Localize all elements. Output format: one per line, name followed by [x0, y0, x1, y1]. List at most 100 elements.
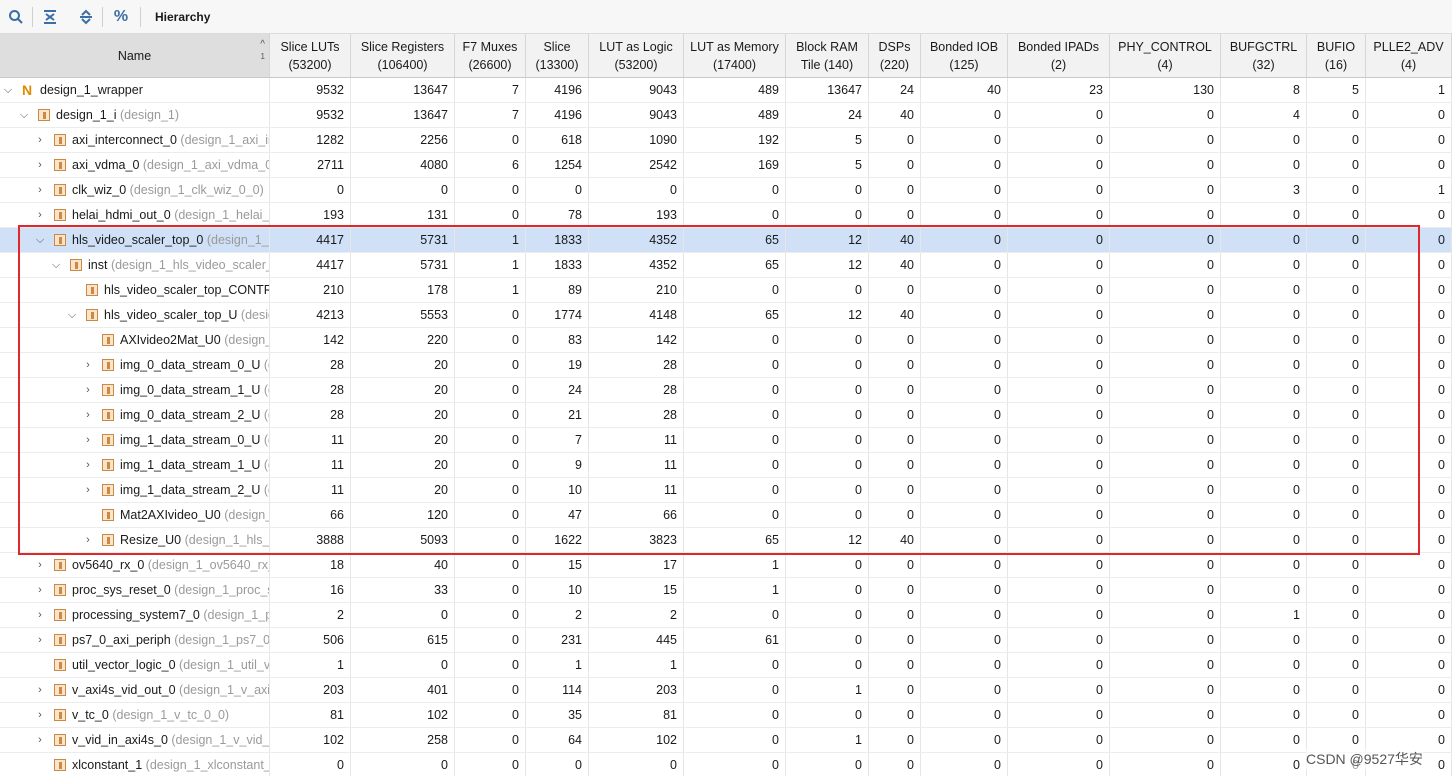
chevron-right-icon[interactable]: ›	[34, 578, 46, 602]
chevron-right-icon[interactable]: ›	[82, 478, 94, 502]
chevron-down-icon[interactable]: ⌵	[66, 303, 78, 327]
column-header[interactable]: BUFIO (16)	[1307, 34, 1366, 77]
column-header[interactable]: F7 Muxes (26600)	[455, 34, 526, 77]
chevron-right-icon[interactable]: ›	[34, 178, 46, 202]
collapse-all-icon[interactable]	[39, 6, 61, 28]
name-cell[interactable]: ⌵ Ndesign_1_wrapper	[0, 78, 270, 102]
name-cell[interactable]: › img_0_data_stream_1_U (design_1_fifo_w8…	[0, 378, 270, 402]
chevron-right-icon[interactable]: ›	[82, 378, 94, 402]
name-cell[interactable]: › img_1_data_stream_1_U (design_1_fifo_w8…	[0, 453, 270, 477]
table-row[interactable]: › img_1_data_stream_0_U (design_1_fifo_w8…	[0, 428, 1452, 453]
name-cell[interactable]: › proc_sys_reset_0 (design_1_proc_sys_res…	[0, 578, 270, 602]
table-row[interactable]: › axi_vdma_0 (design_1_axi_vdma_0_0)27114…	[0, 153, 1452, 178]
table-row[interactable]: ⌵ hls_video_scaler_top_U (design_1_hls_vi…	[0, 303, 1452, 328]
chevron-down-icon[interactable]: ⌵	[2, 78, 14, 102]
table-row[interactable]: › axi_interconnect_0 (design_1_axi_interc…	[0, 128, 1452, 153]
table-row[interactable]: › proc_sys_reset_0 (design_1_proc_sys_res…	[0, 578, 1452, 603]
chevron-right-icon[interactable]: ›	[82, 353, 94, 377]
column-header[interactable]: PHY_CONTROL (4)	[1110, 34, 1221, 77]
search-icon[interactable]	[5, 6, 27, 28]
table-row[interactable]: ⌵ inst (design_1_hls_video_scaler_top_0_0…	[0, 253, 1452, 278]
name-cell[interactable]: › v_axi4s_vid_out_0 (design_1_v_axi4s_vid…	[0, 678, 270, 702]
name-cell[interactable]: ⌵ hls_video_scaler_top_U (design_1_hls_vi…	[0, 303, 270, 327]
expand-all-icon[interactable]	[75, 6, 97, 28]
chevron-right-icon[interactable]: ›	[34, 553, 46, 577]
table-row[interactable]: › processing_system7_0 (design_1_processi…	[0, 603, 1452, 628]
name-cell[interactable]: › img_1_data_stream_2_U (design_1_fifo_w8…	[0, 478, 270, 502]
chevron-down-icon[interactable]: ⌵	[50, 253, 62, 277]
name-cell[interactable]: › v_vid_in_axi4s_0 (design_1_v_vid_in_axi…	[0, 728, 270, 752]
table-row[interactable]: › ps7_0_axi_periph (design_1_ps7_0_axi_pe…	[0, 628, 1452, 653]
name-cell[interactable]: Mat2AXIvideo_U0 (design_1_hls_video_scal…	[0, 503, 270, 527]
table-row[interactable]: › img_1_data_stream_1_U (design_1_fifo_w8…	[0, 453, 1452, 478]
name-cell[interactable]: › img_1_data_stream_0_U (design_1_fifo_w8…	[0, 428, 270, 452]
table-row[interactable]: ⌵ Ndesign_1_wrapper 9532 13647 7 4196 9043 489 1…	[0, 78, 1452, 103]
name-cell[interactable]: › v_tc_0 (design_1_v_tc_0_0)	[0, 703, 270, 727]
table-row[interactable]: › clk_wiz_0 (design_1_clk_wiz_0_0) 0 0 0 0 0 0 0…	[0, 178, 1452, 203]
chevron-right-icon[interactable]: ›	[34, 628, 46, 652]
table-row[interactable]: AXIvideo2Mat_U0 (design_1_hls_video_scal…	[0, 328, 1452, 353]
chevron-down-icon[interactable]: ⌵	[34, 228, 46, 252]
table-row[interactable]: Mat2AXIvideo_U0 (design_1_hls_video_scal…	[0, 503, 1452, 528]
name-cell[interactable]: util_vector_logic_0 (design_1_util_vecto…	[0, 653, 270, 677]
table-row[interactable]: › img_0_data_stream_1_U (design_1_fifo_w8…	[0, 378, 1452, 403]
table-row[interactable]: util_vector_logic_0 (design_1_util_vecto…	[0, 653, 1452, 678]
name-cell[interactable]: ⌵ hls_video_scaler_top_0 (design_1_hls_vi…	[0, 228, 270, 252]
chevron-right-icon[interactable]: ›	[34, 603, 46, 627]
name-cell[interactable]: › ps7_0_axi_periph (design_1_ps7_0_axi_pe…	[0, 628, 270, 652]
name-cell[interactable]: › clk_wiz_0 (design_1_clk_wiz_0_0)	[0, 178, 270, 202]
column-header[interactable]: Bonded IPADs (2)	[1008, 34, 1110, 77]
name-cell[interactable]: › processing_system7_0 (design_1_processi…	[0, 603, 270, 627]
chevron-right-icon[interactable]: ›	[34, 703, 46, 727]
chevron-down-icon[interactable]: ⌵	[18, 103, 30, 127]
chevron-right-icon[interactable]: ›	[82, 453, 94, 477]
name-cell[interactable]: › Resize_U0 (design_1_hls_video_scaler_to…	[0, 528, 270, 552]
chevron-right-icon[interactable]: ›	[82, 528, 94, 552]
table-row[interactable]: › v_axi4s_vid_out_0 (design_1_v_axi4s_vid…	[0, 678, 1452, 703]
chevron-right-icon[interactable]: ›	[34, 678, 46, 702]
column-header[interactable]: PLLE2_ADV (4)	[1366, 34, 1452, 77]
table-row[interactable]: › v_vid_in_axi4s_0 (design_1_v_vid_in_axi…	[0, 728, 1452, 753]
chevron-right-icon[interactable]: ›	[34, 203, 46, 227]
name-cell[interactable]: › img_0_data_stream_2_U (design_1_fifo_w8…	[0, 403, 270, 427]
column-header[interactable]: Slice (13300)	[526, 34, 589, 77]
table-row[interactable]: xlconstant_1 (design_1_xlconstant_1_0)00…	[0, 753, 1452, 776]
column-header[interactable]: LUT as Memory (17400)	[684, 34, 786, 77]
table-row[interactable]: › v_tc_0 (design_1_v_tc_0_0) 81 102 0 35 81 0 0 0…	[0, 703, 1452, 728]
table-row[interactable]: › img_1_data_stream_2_U (design_1_fifo_w8…	[0, 478, 1452, 503]
chevron-right-icon[interactable]: ›	[34, 728, 46, 752]
name-cell[interactable]: xlconstant_1 (design_1_xlconstant_1_0)	[0, 753, 270, 776]
table-row[interactable]: › Resize_U0 (design_1_hls_video_scaler_to…	[0, 528, 1452, 553]
column-header[interactable]: Bonded IOB (125)	[921, 34, 1008, 77]
name-cell[interactable]: › ov5640_rx_0 (design_1_ov5640_rx_0_0)	[0, 553, 270, 577]
chevron-right-icon[interactable]: ›	[34, 153, 46, 177]
table-row[interactable]: › img_0_data_stream_2_U (design_1_fifo_w8…	[0, 403, 1452, 428]
column-header[interactable]: LUT as Logic (53200)	[589, 34, 684, 77]
percent-icon[interactable]: %	[110, 6, 132, 28]
chevron-right-icon[interactable]: ›	[82, 428, 94, 452]
chevron-right-icon[interactable]: ›	[82, 403, 94, 427]
value-cell: 3888	[270, 528, 351, 552]
column-header[interactable]: Slice LUTs (53200)	[270, 34, 351, 77]
column-header-name[interactable]: Name ^ 1	[0, 34, 270, 77]
table-row[interactable]: › img_0_data_stream_0_U (design_1_fifo_w8…	[0, 353, 1452, 378]
column-header[interactable]: Slice Registers (106400)	[351, 34, 455, 77]
name-cell[interactable]: › axi_vdma_0 (design_1_axi_vdma_0_0)	[0, 153, 270, 177]
chevron-right-icon[interactable]: ›	[34, 128, 46, 152]
value-cell: 0	[1110, 178, 1221, 202]
table-row[interactable]: › helai_hdmi_out_0 (design_1_helai_hdmi_o…	[0, 203, 1452, 228]
table-row[interactable]: ⌵ design_1_i (design_1) 9532 13647 7 4196 9043…	[0, 103, 1452, 128]
name-cell[interactable]: › img_0_data_stream_0_U (design_1_fifo_w8…	[0, 353, 270, 377]
name-cell[interactable]: ⌵ design_1_i (design_1)	[0, 103, 270, 127]
name-cell[interactable]: ⌵ inst (design_1_hls_video_scaler_top_0_0…	[0, 253, 270, 277]
column-header[interactable]: BUFGCTRL (32)	[1221, 34, 1307, 77]
name-cell[interactable]: › axi_interconnect_0 (design_1_axi_interc…	[0, 128, 270, 152]
name-cell[interactable]: › helai_hdmi_out_0 (design_1_helai_hdmi_o…	[0, 203, 270, 227]
column-header[interactable]: DSPs (220)	[869, 34, 921, 77]
name-cell[interactable]: hls_video_scaler_top_CONTROL_BUS_s_axi_U	[0, 278, 270, 302]
table-row[interactable]: ⌵ hls_video_scaler_top_0 (design_1_hls_vi…	[0, 228, 1452, 253]
table-row[interactable]: hls_video_scaler_top_CONTROL_BUS_s_axi_U…	[0, 278, 1452, 303]
column-header[interactable]: Block RAM Tile (140)	[786, 34, 869, 77]
name-cell[interactable]: AXIvideo2Mat_U0 (design_1_hls_video_scal…	[0, 328, 270, 352]
table-row[interactable]: › ov5640_rx_0 (design_1_ov5640_rx_0_0)184…	[0, 553, 1452, 578]
